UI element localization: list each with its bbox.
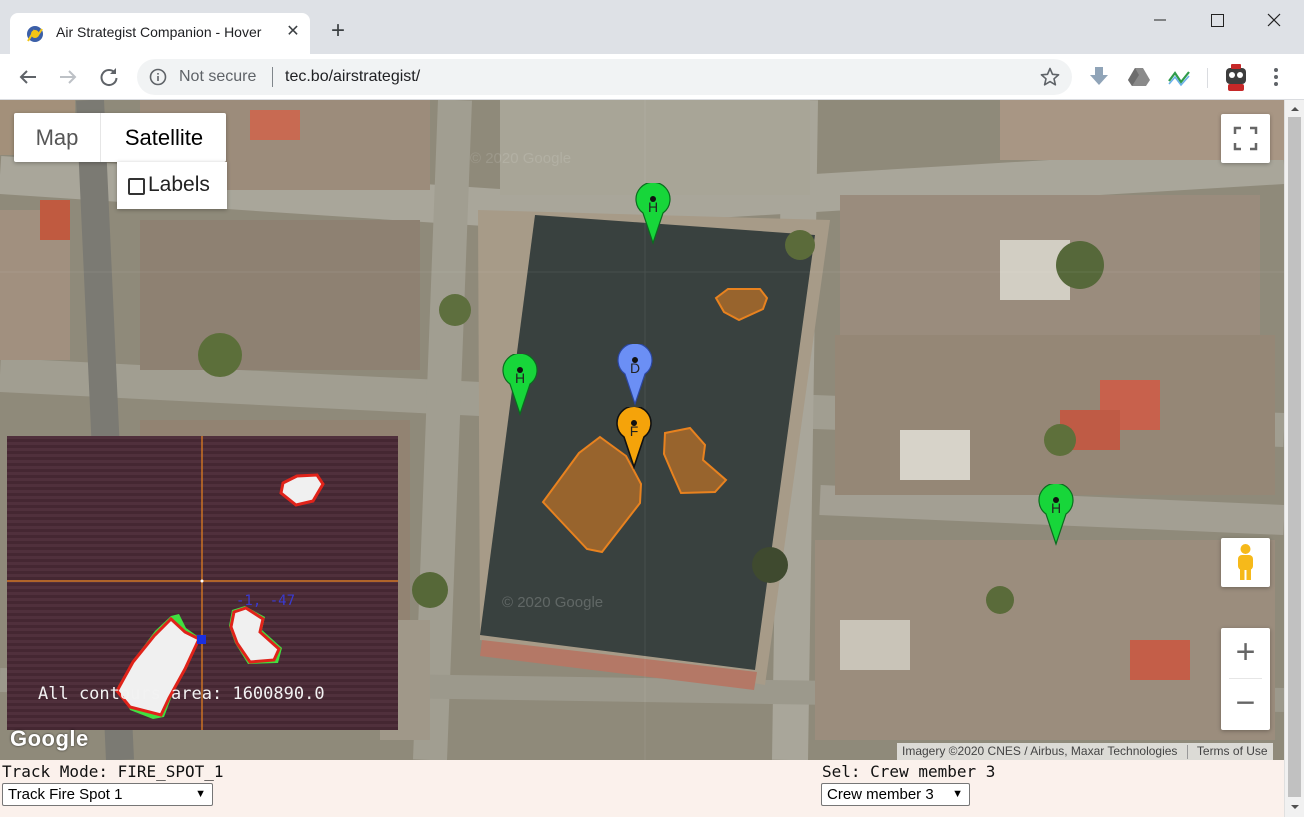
security-label: Not secure [179,68,257,85]
satellite-view-button[interactable]: Satellite [102,113,226,162]
street-view-button[interactable] [1221,538,1270,587]
imagery-credit: Imagery ©2020 CNES / Airbus, Maxar Techn… [902,744,1178,758]
crew-member-select-value: Crew member 3 [827,786,934,803]
google-drive-icon[interactable] [1127,65,1151,89]
control-panel: Track Mode: FIRE_SPOT_1 Track Fire Spot … [0,760,1284,817]
reload-icon[interactable] [95,63,123,91]
helicopter-marker[interactable]: H [635,181,671,245]
terms-of-use-link[interactable]: Terms of Use [1197,744,1268,758]
gear-with-figure-icon [27,26,43,42]
arrow-right-icon[interactable] [54,63,82,91]
fullscreen-button[interactable] [1221,114,1270,163]
url-text[interactable]: tec.bo/airstrategist/ [285,68,420,86]
zoom-in-button[interactable]: + [1221,628,1270,678]
fire-marker[interactable]: F [616,405,652,470]
map-attribution: Imagery ©2020 CNES / Airbus, Maxar Techn… [897,743,1273,760]
star-outline-icon[interactable] [1039,66,1061,88]
marker-label: D [629,360,641,376]
info-circle-icon[interactable] [149,68,167,86]
chevron-down-icon: ▼ [952,788,963,800]
track-mode-select[interactable]: Track Fire Spot 1 ▼ [2,783,213,806]
toolbar-divider [1207,68,1208,88]
wave-icon[interactable] [1167,65,1191,89]
fullscreen-icon [1233,126,1258,151]
browser-tab-strip: Air Strategist Companion - Hover ✕ + [0,0,1304,54]
map-watermark: © 2020 Google [470,150,572,167]
tab-title: Air Strategist Companion - Hover [56,24,262,40]
marker-label: F [629,423,639,439]
omnibox-divider [272,67,273,87]
map-watermark: © 2020 Google [502,594,604,611]
camera-feed-overlay: -1, -47 All contours area: 1600890.0 [7,436,398,730]
attribution-divider [1186,744,1188,759]
track-mode-select-value: Track Fire Spot 1 [8,786,123,803]
marker-label: H [647,199,659,215]
kebab-menu-icon[interactable] [1264,65,1288,89]
new-tab-button[interactable]: + [326,19,350,43]
map-type-control: Map Satellite [14,113,226,162]
track-mode-label: Track Mode: FIRE_SPOT_1 [2,762,224,781]
labels-checkbox[interactable] [128,178,145,195]
marker-label: H [1050,500,1062,516]
page-scrollbar[interactable] [1284,100,1304,817]
drone-marker[interactable]: D [617,342,653,406]
helicopter-marker[interactable]: H [502,352,538,416]
selection-label: Sel: Crew member 3 [822,762,996,781]
robot-avatar-icon[interactable] [1221,61,1251,93]
scrollbar-thumb[interactable] [1288,117,1301,797]
zoom-out-button[interactable]: − [1221,679,1270,730]
marker-label: H [514,370,526,386]
maximize-window-icon[interactable] [1194,6,1240,34]
zoom-control: + − [1221,628,1270,730]
labels-checkbox-label: Labels [148,173,210,196]
chevron-down-icon: ▼ [195,788,206,800]
minimize-window-icon[interactable] [1137,6,1183,34]
google-logo: Google [10,726,89,751]
pegman-icon [1238,544,1253,580]
scroll-down-arrow-icon[interactable] [1290,802,1300,812]
coordinate-readout: -1, -47 [236,593,296,609]
arrow-left-icon[interactable] [14,63,42,91]
helicopter-marker[interactable]: H [1038,482,1074,546]
labels-toggle[interactable]: Labels [117,162,227,209]
satellite-map[interactable]: © 2020 Google © 2020 Google H H D F H Ma… [0,100,1284,760]
scroll-up-arrow-icon[interactable] [1290,104,1300,114]
crew-member-select[interactable]: Crew member 3 ▼ [821,783,970,806]
download-arrow-icon[interactable] [1087,65,1111,89]
close-window-icon[interactable] [1251,6,1297,34]
contour-area-text: All contours area: 1600890.0 [38,684,325,704]
address-bar[interactable]: Not secure tec.bo/airstrategist/ [137,59,1072,95]
browser-tab[interactable]: Air Strategist Companion - Hover ✕ [10,13,310,54]
map-view-button[interactable]: Map [14,113,101,162]
browser-toolbar: Not secure tec.bo/airstrategist/ [0,54,1304,100]
close-tab-icon[interactable]: ✕ [282,21,304,43]
